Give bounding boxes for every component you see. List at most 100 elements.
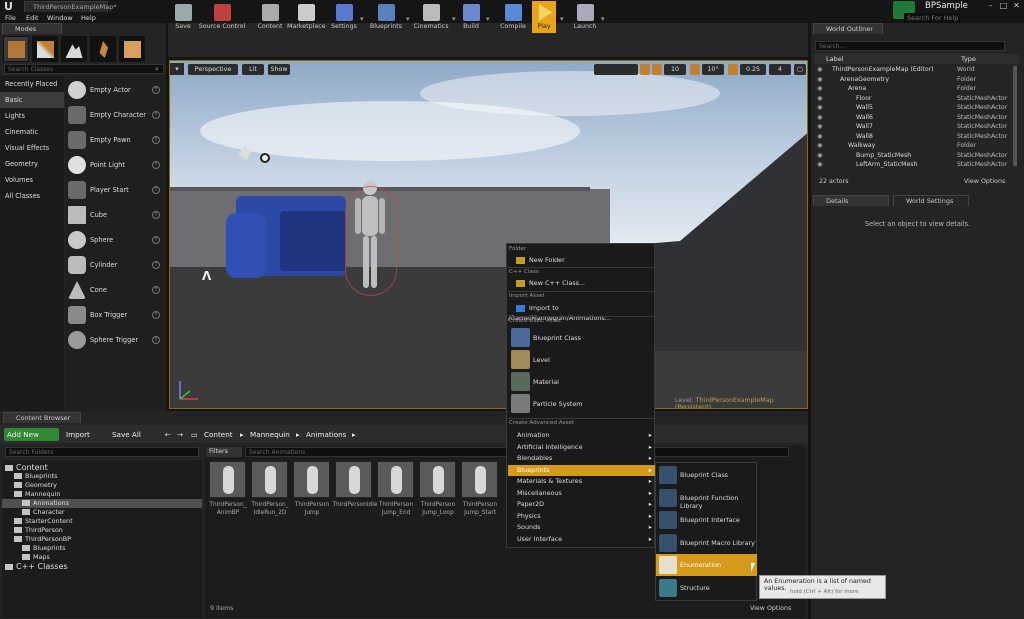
category-basic[interactable]: Basic [0, 92, 64, 108]
info-icon[interactable]: ? [152, 136, 160, 144]
asset-tile[interactable] [419, 461, 456, 498]
blueprints-dropdown-arrow[interactable]: ▾ [406, 15, 410, 23]
scale-size-button[interactable]: 0.25 [740, 64, 766, 75]
menu-blueprints[interactable]: Blueprints ▸ [508, 464, 655, 476]
tree-item[interactable]: C++ Classes [2, 562, 202, 571]
paint-mode-button[interactable] [32, 36, 58, 62]
tree-item[interactable]: Mannequin [2, 490, 202, 499]
submenu-blueprint-class[interactable]: Blueprint Class [656, 464, 757, 486]
menu-materials-textures[interactable]: Materials & Textures ▸ [508, 476, 655, 488]
landscape-mode-button[interactable] [61, 36, 87, 62]
asset-tile[interactable] [209, 461, 246, 498]
maximize-button[interactable]: □ [998, 0, 1009, 11]
tab-content-browser[interactable]: Content Browser [3, 412, 81, 423]
foliage-mode-button[interactable] [90, 36, 116, 62]
menu-animation[interactable]: Animation ▸ [508, 430, 655, 442]
outliner-scrollbar[interactable] [1013, 66, 1017, 166]
settings-button[interactable]: Settings [330, 1, 358, 33]
actor-empty-actor[interactable]: Empty Actor? [65, 78, 165, 103]
scale-snap-icon[interactable] [728, 64, 738, 75]
blue-cylinder-mesh[interactable] [226, 213, 266, 278]
launch-dropdown-arrow[interactable]: ▾ [601, 15, 605, 23]
visibility-eye-icon[interactable]: ◉ [817, 103, 822, 113]
visibility-eye-icon[interactable]: ◉ [817, 65, 822, 75]
transform-tools[interactable] [594, 64, 638, 75]
info-icon[interactable]: ? [152, 111, 160, 119]
actor-sphere-trigger[interactable]: Sphere Trigger? [65, 328, 165, 353]
breadcrumb-animations[interactable]: Animations [306, 428, 346, 441]
breadcrumb-content[interactable]: Content [204, 428, 233, 441]
rotation-snap-icon[interactable] [690, 64, 700, 75]
tree-item[interactable]: Content [2, 463, 202, 472]
tab-details[interactable]: Details [813, 195, 889, 206]
menu-miscellaneous[interactable]: Miscellaneous ▸ [508, 488, 655, 500]
visibility-eye-icon[interactable]: ◉ [817, 94, 822, 104]
level-viewport[interactable]: Λ ▾ Perspective Lit Show 10 10° 0.25 4 ▢… [169, 60, 808, 409]
outliner-row[interactable]: ◉ ThirdPersonExampleMap (Editor) World [814, 65, 1014, 75]
visibility-eye-icon[interactable]: ◉ [817, 132, 822, 142]
tab-world-outliner[interactable]: World Outliner [813, 23, 883, 34]
category-geometry[interactable]: Geometry [0, 156, 64, 172]
visibility-eye-icon[interactable]: ◉ [817, 160, 822, 170]
info-icon[interactable]: ? [152, 186, 160, 194]
actor-cone[interactable]: Cone? [65, 278, 165, 303]
tree-item[interactable]: ThirdPersonBP [2, 535, 202, 544]
visibility-eye-icon[interactable]: ◉ [817, 84, 822, 94]
play-button[interactable]: Play [532, 1, 556, 33]
save-all-button[interactable]: Save All [112, 428, 141, 441]
info-icon[interactable]: ? [152, 86, 160, 94]
outliner-row[interactable]: ◉ Wall6 StaticMeshActor [814, 113, 1014, 123]
actor-cube[interactable]: Cube? [65, 203, 165, 228]
submenu-enumeration[interactable]: Enumeration [656, 554, 757, 576]
menu-artificial-intelligence[interactable]: Artificial Intelligence ▸ [508, 442, 655, 454]
menu-import-to[interactable]: Import to /Game/Mannequin/Animations... [508, 303, 655, 322]
menu-material[interactable]: Material [508, 371, 655, 393]
add-new-button[interactable]: Add New [4, 428, 59, 441]
info-icon[interactable]: ? [152, 311, 160, 319]
outliner-row[interactable]: ◉ Wall7 StaticMeshActor [814, 122, 1014, 132]
menu-sounds[interactable]: Sounds ▸ [508, 522, 655, 534]
category-all-classes[interactable]: All Classes [0, 188, 64, 204]
tree-item[interactable]: Maps [2, 553, 202, 562]
actor-point-light[interactable]: Point Light? [65, 153, 165, 178]
play-dropdown-arrow[interactable]: ▾ [560, 15, 564, 23]
tree-item[interactable]: Geometry [2, 481, 202, 490]
cinematics-dropdown-arrow[interactable]: ▾ [452, 15, 456, 23]
tree-item[interactable]: Character [2, 508, 202, 517]
maximize-viewport-button[interactable]: ▢ [794, 64, 806, 75]
geometry-mode-button[interactable] [119, 36, 145, 62]
col-label-header[interactable]: Label [826, 55, 844, 63]
launch-button[interactable]: Launch [570, 1, 600, 33]
actor-cylinder[interactable]: Cylinder? [65, 253, 165, 278]
visibility-eye-icon[interactable]: ◉ [817, 141, 822, 151]
minimize-button[interactable]: – [985, 0, 996, 11]
outliner-row[interactable]: ◉ LeftArm_StaticMesh StaticMeshActor [814, 160, 1014, 170]
menu-blendables[interactable]: Blendables ▸ [508, 453, 655, 465]
compile-button[interactable]: Compile [498, 1, 528, 33]
grid-snap-icon[interactable] [652, 64, 662, 75]
import-button[interactable]: Import [66, 428, 90, 441]
outliner-row[interactable]: ◉ Walkway Folder [814, 141, 1014, 151]
class-search-input[interactable]: Search Classes [4, 64, 164, 74]
tab-world-settings[interactable]: World Settings [893, 195, 969, 206]
visibility-eye-icon[interactable]: ◉ [817, 122, 822, 132]
actor-empty-pawn[interactable]: Empty Pawn? [65, 128, 165, 153]
build-dropdown-arrow[interactable]: ▾ [486, 15, 490, 23]
tree-item[interactable]: StarterContent [2, 517, 202, 526]
menu-edit[interactable]: Edit [26, 13, 39, 23]
visibility-eye-icon[interactable]: ◉ [817, 75, 822, 85]
perspective-button[interactable]: Perspective [188, 64, 238, 75]
category-lights[interactable]: Lights [0, 108, 64, 124]
asset-tile[interactable] [251, 461, 288, 498]
visibility-eye-icon[interactable]: ◉ [817, 113, 822, 123]
folder-search-input[interactable]: Search Folders [5, 447, 199, 457]
view-options-button[interactable]: View Options [750, 605, 791, 612]
outliner-row[interactable]: ◉ Wall5 StaticMeshActor [814, 103, 1014, 113]
submenu-blueprint-function-library[interactable]: Blueprint Function Library [656, 487, 757, 510]
submenu-blueprint-macro-library[interactable]: Blueprint Macro Library [656, 532, 757, 554]
filters-button[interactable]: Filters [206, 447, 242, 457]
menu-user-interface[interactable]: User Interface ▸ [508, 534, 655, 546]
asset-tile[interactable] [293, 461, 330, 498]
asset-tile[interactable] [377, 461, 414, 498]
menu-paper2d[interactable]: Paper2D ▸ [508, 499, 655, 511]
